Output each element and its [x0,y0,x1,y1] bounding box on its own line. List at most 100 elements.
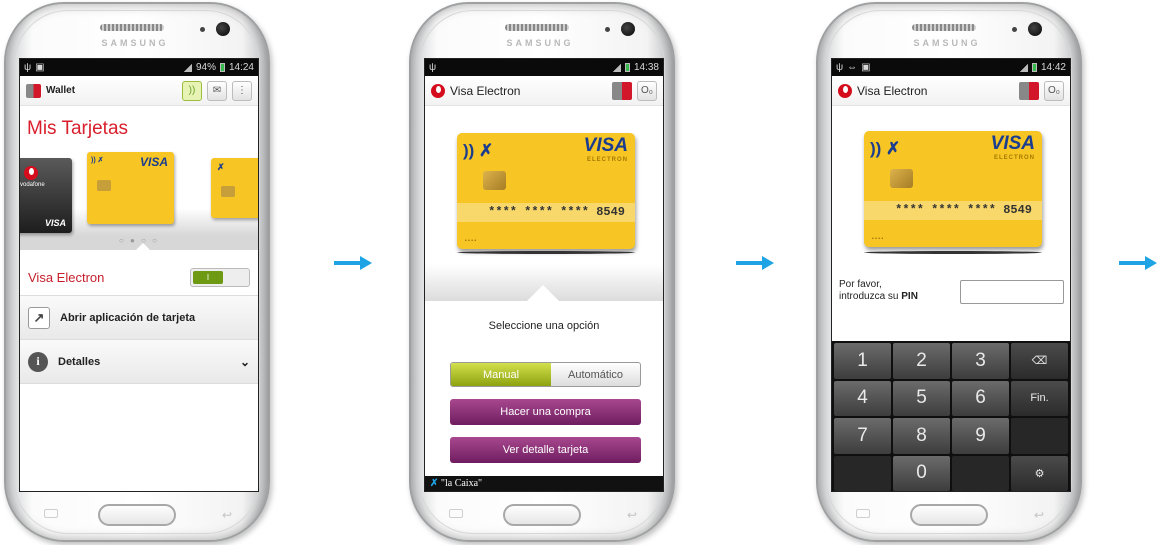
chip-icon [483,171,506,190]
backspace-icon[interactable]: ⌫ [1011,343,1068,379]
caixa-star-icon: )) ✗ [870,139,901,158]
key-5[interactable]: 5 [893,380,950,416]
card-carousel[interactable]: vodafone VISA )) ✗ VISA ✗ [20,144,258,236]
pin-prompt-line1: Por favor, [839,279,882,290]
status-bar: ψ 14:38 [425,59,663,76]
camera-icon [1028,22,1042,36]
key-2[interactable]: 2 [893,343,950,379]
wallet-icon[interactable] [1019,81,1039,100]
numeric-keypad: 1 2 3 ⌫ 4 5 6 Fin. 7 8 9 0 ⚙ [832,341,1070,491]
screen-card-options: ψ 14:38 Visa Electron O₀ )) ✗ VISA ELECTR… [424,58,664,492]
key-empty [834,455,891,491]
key-7[interactable]: 7 [834,418,891,454]
nfc-contactless-icon: )) ✗ [91,157,104,164]
details-row[interactable]: i Detalles ⌄ [20,340,258,384]
settings-toggle-icon[interactable]: O₀ [1044,80,1064,101]
flow-arrow-icon [736,256,774,270]
key-empty [1011,418,1068,454]
phone-frame-1: SAMSUNG ψ ▣ 94% 14:24 Wallet )) ✉ ⋮ Mis … [4,2,270,542]
wallet-icon[interactable] [612,81,632,100]
brand-label: SAMSUNG [101,38,169,48]
mode-manual[interactable]: Manual [451,363,551,386]
key-fin[interactable]: Fin. [1011,380,1068,416]
card-next[interactable]: ✗ [211,158,258,218]
selected-card-row: Visa Electron I [20,260,258,296]
speaker-grille [505,24,569,31]
chip-icon [890,169,913,188]
card-sub-label: vodafone [20,182,45,188]
toggle-on: I [193,271,223,284]
speaker-grille [100,24,164,31]
back-key-icon[interactable]: ↩ [1034,508,1044,522]
key-6[interactable]: 6 [952,380,1009,416]
key-empty [952,455,1009,491]
key-0[interactable]: 0 [893,455,950,491]
brand-label: SAMSUNG [913,38,981,48]
brand-label: SAMSUNG [506,38,574,48]
flow-arrow-icon [334,256,372,270]
overflow-menu-icon[interactable]: ⋮ [232,80,252,101]
chip-icon [97,180,111,191]
app-bar: Wallet )) ✉ ⋮ [20,76,258,106]
page-title: Mis Tarjetas [27,118,129,139]
settings-toggle-icon[interactable]: O₀ [637,80,657,101]
chevron-down-icon: ⌄ [239,354,250,369]
signal-icon [183,63,192,72]
app-title: Wallet [46,85,76,96]
open-app-label: Abrir aplicación de tarjeta [60,311,196,324]
card-number: **** **** **** 8549 [864,201,1042,220]
caixa-star-icon: ✗ [430,478,441,489]
signal-icon [1019,63,1028,72]
card-brand-label: VISA [139,155,168,169]
card-image: )) ✗ VISA ELECTRON **** **** **** 8549 • … [864,131,1042,247]
screen-wallet: ψ ▣ 94% 14:24 Wallet )) ✉ ⋮ Mis Tarjetas… [19,58,259,492]
battery-icon [624,63,630,72]
menu-key-icon[interactable] [449,509,463,518]
card-toggle[interactable]: I [190,268,250,287]
back-key-icon[interactable]: ↩ [627,508,637,522]
gear-icon[interactable]: ⚙ [1011,455,1068,491]
usb-icon: ψ [429,62,437,73]
chip-icon [221,186,235,197]
wallet-icon [26,83,41,98]
home-button[interactable] [503,504,581,526]
card-detail-button[interactable]: Ver detalle tarjeta [450,437,641,463]
key-4[interactable]: 4 [834,380,891,416]
flow-arrow-icon [1119,256,1157,270]
home-button[interactable] [910,504,988,526]
selected-card-label: Visa Electron [28,270,105,285]
link-icon: ⇔ [847,62,858,73]
open-app-row[interactable]: ↗ Abrir aplicación de tarjeta [20,296,258,340]
menu-key-icon[interactable] [44,509,58,518]
key-1[interactable]: 1 [834,343,891,379]
sensor-icon [1012,27,1017,32]
pin-prompt-bold: PIN [901,291,918,302]
mail-icon[interactable]: ✉ [207,80,227,101]
buy-button[interactable]: Hacer una compra [450,399,641,425]
card-vodafone[interactable]: vodafone VISA [20,158,72,233]
key-3[interactable]: 3 [952,343,1009,379]
card-visa-electron[interactable]: )) ✗ VISA [87,152,174,224]
details-label: Detalles [58,355,101,368]
pin-prompt-line2: introduzca su [839,291,902,302]
key-9[interactable]: 9 [952,418,1009,454]
home-button[interactable] [98,504,176,526]
status-time: 14:24 [228,62,254,73]
camera-icon [621,22,635,36]
image-icon: ▣ [861,62,871,73]
pin-input[interactable] [960,280,1064,304]
battery-icon [1031,63,1037,72]
menu-key-icon[interactable] [856,509,870,518]
card-footer-marks: • • • • [465,238,477,244]
footer-bar: ✗ "la Caixa" [425,476,663,491]
card-brand: VISA ELECTRON [991,134,1035,166]
info-icon: i [28,351,48,372]
mode-automatic[interactable]: Automático [551,363,640,386]
key-8[interactable]: 8 [893,418,950,454]
back-key-icon[interactable]: ↩ [222,508,232,522]
mode-segmented-control[interactable]: Manual Automático [450,362,641,387]
nfc-icon[interactable]: )) [182,80,202,101]
caixa-star-icon: )) ✗ [463,141,494,160]
card-sub-label: ELECTRON [587,157,628,163]
card-sub-label: ELECTRON [994,155,1035,161]
